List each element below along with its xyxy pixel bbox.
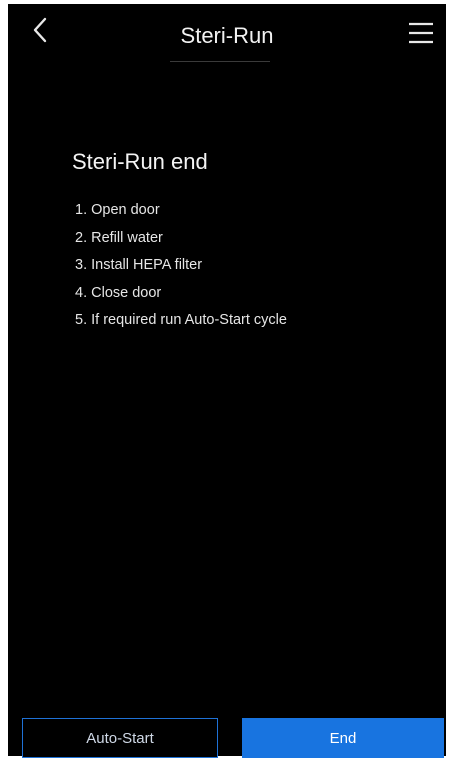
header-bar: Steri-Run: [8, 4, 446, 66]
step-item: 2. Refill water: [75, 229, 163, 246]
page-title: Steri-Run: [180, 23, 274, 48]
steps-list: 1. Open door 2. Refill water 3. Install …: [72, 197, 432, 335]
auto-start-button[interactable]: Auto-Start: [22, 718, 218, 758]
menu-button[interactable]: [406, 20, 436, 50]
action-bar: Auto-Start End: [22, 718, 446, 762]
step-item: 3. Install HEPA filter: [75, 257, 203, 273]
hamburger-menu-icon: [408, 22, 434, 49]
step-item: 5. If required run Auto-Start cycle: [75, 312, 287, 328]
instructions-panel: Steri-Run end 1. Open door 2. Refill wat…: [72, 149, 432, 335]
title-divider: [170, 61, 270, 62]
step-item: 1. Open door: [75, 202, 160, 218]
app-screen: Steri-Run Steri-Run end 1. Open door 2. …: [8, 4, 446, 758]
step-item: 4. Close door: [75, 284, 162, 301]
instructions-heading: Steri-Run end: [72, 149, 208, 174]
end-button[interactable]: End: [242, 718, 444, 758]
